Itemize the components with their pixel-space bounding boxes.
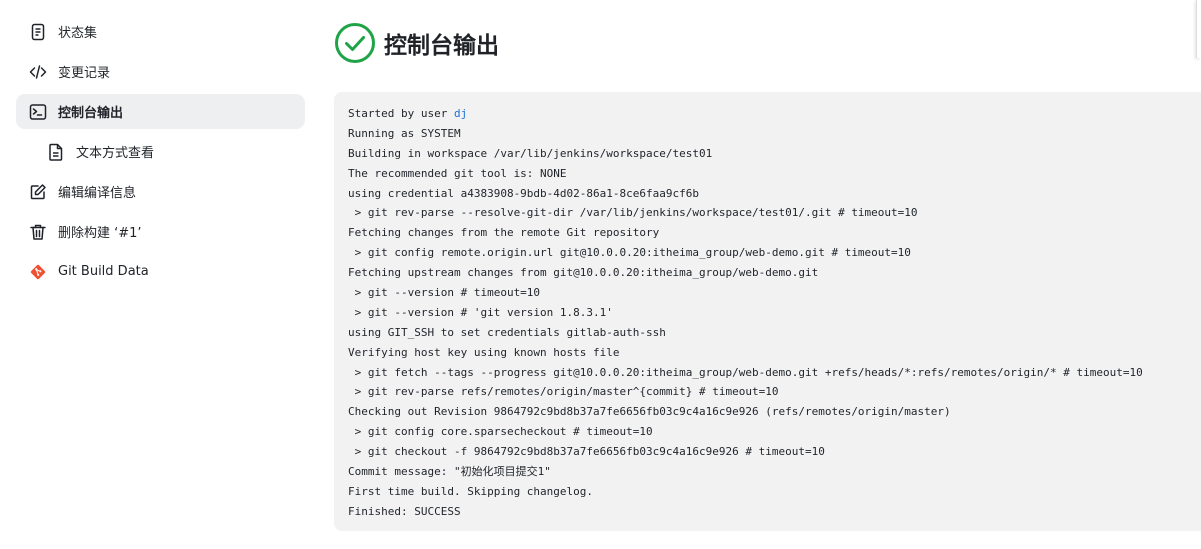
document-icon (28, 22, 48, 42)
terminal-icon (28, 102, 48, 122)
sidebar-item-edit-build-info[interactable]: 编辑编译信息 (16, 174, 305, 209)
page-title: 控制台输出 (384, 33, 499, 59)
sidebar-item-label: 状态集 (58, 26, 98, 41)
console-line: > git rev-parse --resolve-git-dir /var/l… (348, 206, 918, 220)
console-line: > git --version # timeout=10 (348, 286, 541, 300)
console-line: using GIT_SSH to set credentials gitlab-… (348, 325, 666, 339)
sidebar-item-changes[interactable]: 变更记录 (16, 54, 305, 89)
console-line: > git rev-parse refs/remotes/origin/mast… (348, 385, 779, 399)
console-line: Fetching upstream changes from git@10.0.… (348, 266, 819, 280)
console-line: Running as SYSTEM (348, 126, 461, 140)
console-line: Fetching changes from the remote Git rep… (348, 226, 660, 240)
edit-icon (28, 182, 48, 202)
console-line: The recommended git tool is: NONE (348, 166, 567, 180)
console-line: > git config remote.origin.url git@10.0.… (348, 246, 911, 260)
sidebar-item-git-build-data[interactable]: Git Build Data (16, 254, 305, 289)
sidebar-item-status[interactable]: 状态集 (16, 14, 305, 49)
console-started-by: Started by user (348, 107, 454, 120)
console-line: Checking out Revision 9864792c9bd8b37a7f… (348, 405, 951, 419)
console-line: > git checkout -f 9864792c9bd8b37a7fe665… (348, 445, 825, 459)
sidebar-item-plain-text[interactable]: 文本方式查看 (16, 134, 305, 169)
code-icon (28, 62, 48, 82)
sidebar-item-label: 控制台输出 (58, 106, 124, 121)
sidebar-item-delete-build[interactable]: 删除构建 ‘#1’ (16, 214, 305, 249)
sidebar-item-label: 文本方式查看 (76, 146, 155, 161)
console-output: Started by user dj Running as SYSTEM Bui… (334, 92, 1201, 531)
console-line: Started by user dj (348, 104, 1201, 124)
console-line: Finished: SUCCESS (348, 504, 461, 518)
git-icon (28, 262, 48, 282)
user-link[interactable]: dj (454, 107, 467, 120)
sidebar-item-label: 变更记录 (58, 66, 111, 81)
sidebar-item-label: 删除构建 ‘#1’ (58, 226, 142, 241)
console-line: Commit message: "初始化项目提交1" (348, 465, 551, 479)
sidebar-item-console-output[interactable]: 控制台输出 (16, 94, 305, 129)
sidebar-item-label: Git Build Data (58, 264, 149, 279)
trash-icon (28, 222, 48, 242)
sidebar: 状态集 变更记录 控制台输出 文本方式查看 编辑编译信息 删除构建 ‘#1’ G… (16, 14, 305, 294)
sidebar-item-label: 编辑编译信息 (58, 186, 137, 201)
console-line: using credential a4383908-9bdb-4d02-86a1… (348, 186, 699, 200)
console-line: > git --version # 'git version 1.8.3.1' (348, 305, 613, 319)
console-line: Verifying host key using known hosts fil… (348, 345, 620, 359)
file-text-icon (46, 142, 66, 162)
scrollbar[interactable] (1196, 0, 1201, 58)
success-check-icon (334, 22, 376, 64)
console-line: > git fetch --tags --progress git@10.0.0… (348, 365, 1143, 379)
console-line: > git config core.sparsecheckout # timeo… (348, 425, 653, 439)
console-line: Building in workspace /var/lib/jenkins/w… (348, 146, 713, 160)
console-line: First time build. Skipping changelog. (348, 484, 594, 498)
page-header: 控制台输出 (334, 22, 499, 64)
